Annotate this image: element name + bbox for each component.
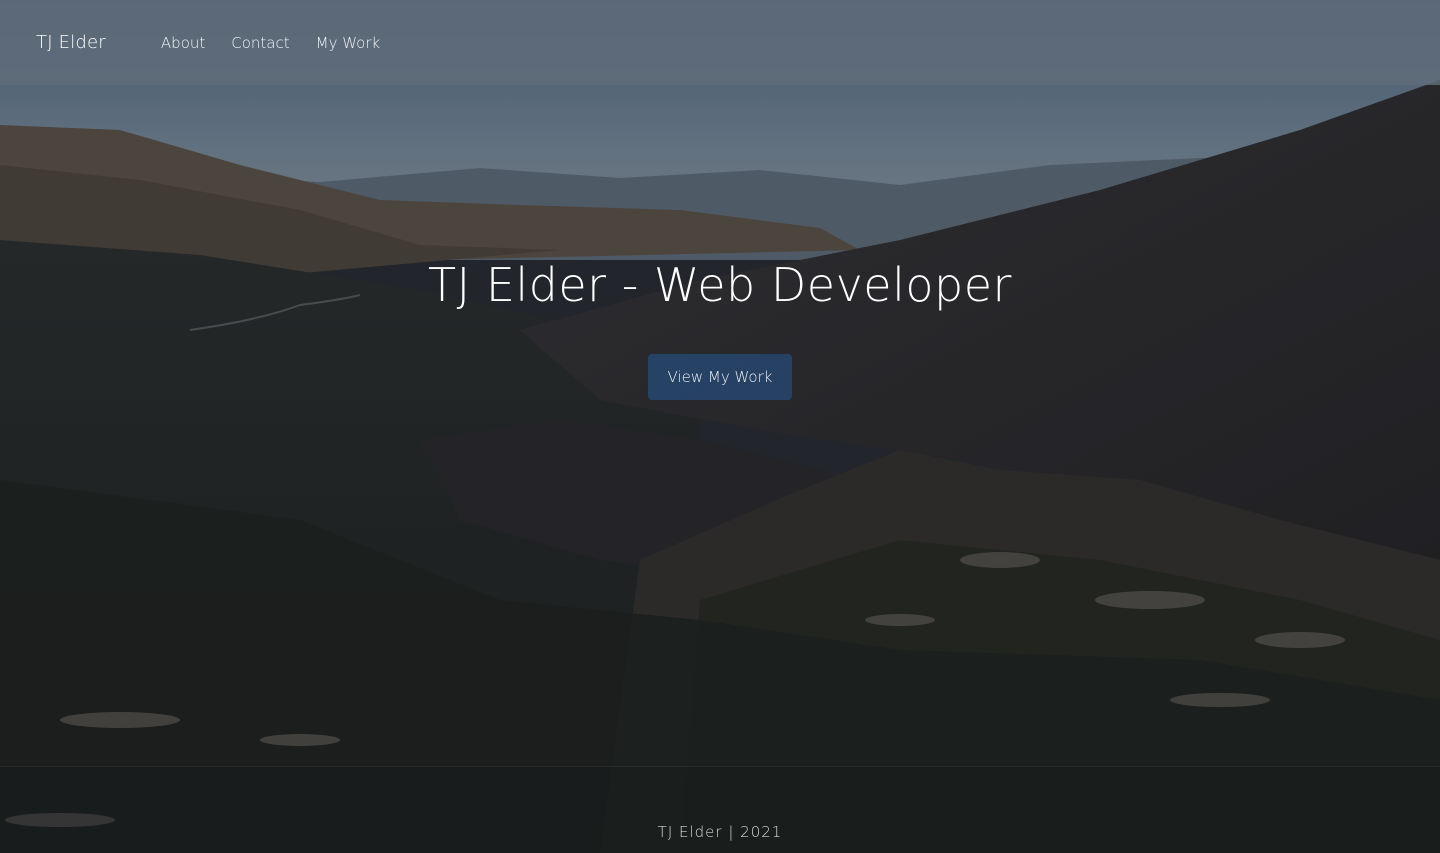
nav-link-my-work[interactable]: My Work (303, 34, 394, 52)
nav-links: About Contact My Work (148, 34, 393, 52)
hero-title: TJ Elder - Web Developer (428, 258, 1012, 312)
brand-link[interactable]: TJ Elder (36, 32, 106, 53)
view-my-work-button[interactable]: View My Work (648, 354, 792, 400)
navbar: TJ Elder About Contact My Work (0, 0, 1440, 85)
footer: TJ Elder | 2021 (0, 766, 1440, 853)
page: TJ Elder About Contact My Work TJ Elder … (0, 0, 1440, 853)
background-dim-overlay (0, 0, 1440, 853)
footer-copyright: TJ Elder | 2021 (657, 823, 783, 841)
nav-link-about[interactable]: About (148, 34, 218, 52)
nav-link-contact[interactable]: Contact (218, 34, 302, 52)
